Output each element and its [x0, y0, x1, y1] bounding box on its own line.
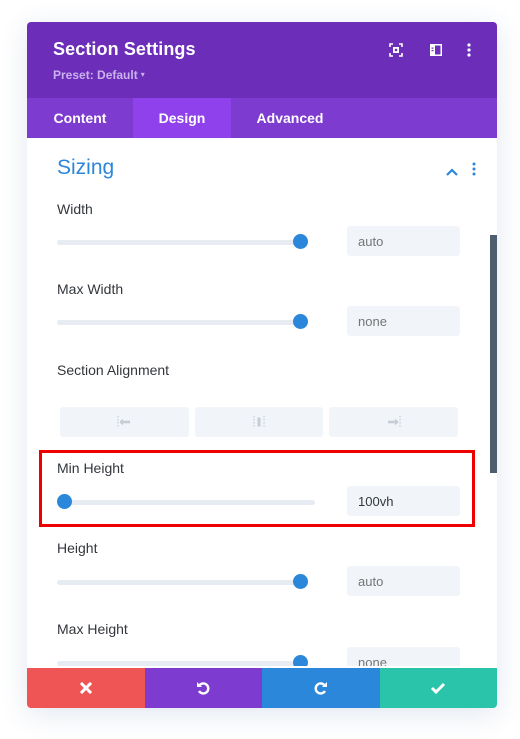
- section-alignment-label: Section Alignment: [57, 362, 170, 378]
- section-options-icon[interactable]: [471, 162, 477, 176]
- close-icon: [79, 681, 92, 695]
- tab-advanced[interactable]: Advanced: [231, 98, 349, 138]
- slider-thumb[interactable]: [293, 655, 308, 666]
- slider-track: [57, 661, 302, 666]
- more-options-icon[interactable]: [461, 42, 477, 58]
- section-settings-panel: Section Settings Preset: Default ▾ Conte…: [27, 22, 497, 708]
- section-title[interactable]: Sizing: [57, 156, 114, 180]
- height-slider[interactable]: [57, 574, 315, 590]
- min-height-slider[interactable]: [57, 494, 315, 510]
- height-label: Height: [57, 540, 98, 556]
- max-height-slider[interactable]: [57, 655, 315, 666]
- align-center-button[interactable]: [194, 407, 324, 437]
- save-button[interactable]: [379, 668, 497, 708]
- undo-icon: [197, 682, 210, 695]
- max-width-input[interactable]: [347, 306, 460, 336]
- sidebar-layout-icon[interactable]: [428, 42, 444, 58]
- align-right-icon: [387, 416, 401, 428]
- scrollbar-thumb[interactable]: [490, 235, 497, 473]
- slider-track: [57, 580, 302, 585]
- max-height-label: Max Height: [57, 621, 128, 637]
- max-width-label: Max Width: [57, 281, 124, 297]
- redo-button[interactable]: [262, 668, 380, 708]
- cancel-button[interactable]: [27, 668, 145, 708]
- undo-button[interactable]: [144, 668, 262, 708]
- slider-track: [57, 500, 315, 505]
- settings-tabs: Content Design Advanced: [27, 98, 497, 138]
- align-left-icon: [117, 416, 131, 428]
- slider-thumb[interactable]: [57, 494, 72, 509]
- tab-content[interactable]: Content: [27, 98, 133, 138]
- panel-header: Section Settings Preset: Default ▾: [27, 22, 497, 98]
- redo-icon: [314, 682, 327, 695]
- min-height-input[interactable]: [347, 486, 460, 516]
- align-left-button[interactable]: [60, 407, 189, 437]
- caret-down-icon: ▾: [140, 70, 145, 79]
- max-height-input[interactable]: [347, 647, 460, 666]
- preset-label: Preset: Default: [53, 68, 138, 82]
- align-right-button[interactable]: [329, 407, 459, 437]
- check-icon: [431, 682, 446, 695]
- max-width-slider[interactable]: [57, 314, 315, 330]
- slider-track: [57, 240, 302, 245]
- slider-thumb[interactable]: [293, 574, 308, 589]
- align-center-icon: [253, 416, 265, 428]
- section-alignment-buttons: [60, 407, 459, 437]
- slider-track: [57, 320, 302, 325]
- preset-dropdown[interactable]: Preset: Default ▾: [53, 68, 145, 82]
- min-height-label: Min Height: [57, 460, 124, 476]
- slider-thumb[interactable]: [293, 314, 308, 329]
- width-label: Width: [57, 201, 93, 217]
- panel-title: Section Settings: [53, 39, 196, 59]
- expand-fullscreen-icon[interactable]: [388, 42, 404, 58]
- height-input[interactable]: [347, 566, 460, 596]
- slider-thumb[interactable]: [293, 234, 308, 249]
- settings-content: Sizing Width Max Width Section Alignment: [27, 138, 497, 666]
- action-footer: [27, 668, 497, 708]
- chevron-up-icon[interactable]: [445, 164, 459, 176]
- width-input[interactable]: [347, 226, 460, 256]
- tab-design[interactable]: Design: [133, 98, 231, 138]
- width-slider[interactable]: [57, 234, 315, 250]
